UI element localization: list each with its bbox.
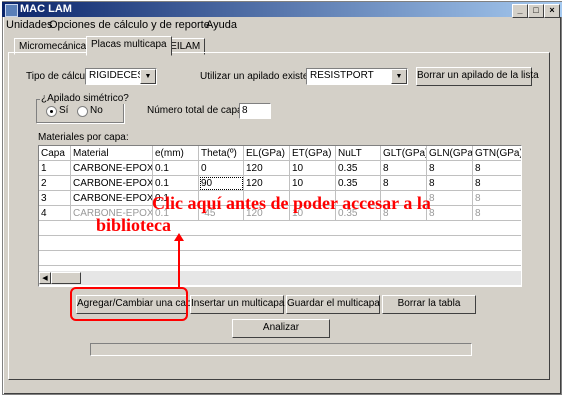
stack-select[interactable]: RESISTPORT ▼ (306, 68, 408, 85)
table-header[interactable]: Capa (39, 146, 71, 161)
symmetric-no-radio[interactable] (77, 106, 88, 117)
table-cell[interactable]: 1 (39, 161, 71, 176)
insert-multilayer-button[interactable]: Insertar un multicapa (190, 295, 284, 314)
maximize-button[interactable]: □ (528, 4, 544, 18)
clear-table-button[interactable]: Borrar la tabla (382, 295, 476, 314)
menu-bar: Unidades Opciones de cálculo y de report… (2, 18, 562, 33)
table-header[interactable]: NuLT (336, 146, 381, 161)
minimize-button[interactable]: _ (512, 4, 528, 18)
table-row-empty (39, 236, 521, 251)
table-cell[interactable]: 8 (427, 191, 473, 206)
progress-bar (90, 343, 472, 356)
table-cell[interactable]: CARBONE-EPOXY1 (71, 191, 153, 206)
table-cell[interactable]: 8 (473, 206, 521, 221)
scroll-left-icon[interactable]: ◀ (39, 272, 51, 284)
table-header[interactable]: GTN(GPa) (473, 146, 521, 161)
symmetric-title: ¿Apilado simétrico? (40, 93, 130, 104)
horizontal-scrollbar[interactable]: ◀ ▶ (39, 271, 521, 285)
table-cell-selected[interactable]: 90 (199, 176, 244, 191)
table-cell[interactable]: 10 (290, 161, 336, 176)
table-header[interactable]: EL(GPa) (244, 146, 290, 161)
table-cell[interactable]: 120 (244, 176, 290, 191)
table-cell[interactable]: CARBONE-EPOXY1 (71, 161, 153, 176)
table-cell[interactable]: 0 (199, 161, 244, 176)
annotation-text: Clic aquí antes de poder accesar a la bi… (96, 192, 431, 236)
table-cell[interactable]: 8 (381, 161, 427, 176)
table-row-empty (39, 251, 521, 266)
table-cell[interactable]: 0.1 (153, 161, 199, 176)
table-cell[interactable]: 8 (427, 206, 473, 221)
annotation-line-1: Clic aquí antes de poder accesar a la (152, 193, 431, 213)
close-button[interactable]: × (544, 4, 560, 18)
annotation-line-2: biblioteca (96, 215, 171, 235)
app-icon (5, 4, 18, 17)
table-cell[interactable]: 8 (473, 176, 521, 191)
table-header[interactable]: Material (71, 146, 153, 161)
symmetric-yes-radio[interactable] (46, 106, 57, 117)
table-cell[interactable]: 10 (290, 176, 336, 191)
table-cell[interactable]: 0.35 (336, 176, 381, 191)
table-header[interactable]: GLT(GPa) (381, 146, 427, 161)
table-cell[interactable]: 0.35 (336, 161, 381, 176)
tab-placas-multicapa[interactable]: Placas multicapa (86, 36, 172, 56)
table-cell[interactable]: 8 (473, 191, 521, 206)
delete-stack-button[interactable]: Borrar un apilado de la lista (416, 67, 539, 86)
analyze-button[interactable]: Analizar (232, 319, 330, 338)
total-layers-label: Número total de capas: (147, 105, 251, 116)
table-cell[interactable]: 8 (427, 161, 473, 176)
calc-type-select[interactable]: RIGIDECES ▼ (85, 68, 157, 85)
window-title: MAC LAM (20, 3, 72, 15)
table-cell[interactable]: 8 (427, 176, 473, 191)
table-cell[interactable]: 4 (39, 206, 71, 221)
save-multilayer-button[interactable]: Guardar el multicapa (286, 295, 380, 314)
menu-units[interactable]: Unidades (6, 18, 52, 33)
table-cell[interactable]: 0.1 (153, 176, 199, 191)
menu-help[interactable]: Ayuda (206, 18, 237, 33)
chevron-down-icon[interactable]: ▼ (140, 69, 156, 84)
title-bar: MAC LAM _ □ × (2, 2, 562, 18)
annotation-highlight-box (70, 287, 188, 321)
scroll-thumb[interactable] (51, 272, 81, 284)
materials-label: Materiales por capa: (38, 132, 129, 143)
table-cell[interactable]: CARBONE-EPOXY1 (71, 176, 153, 191)
table-cell[interactable]: 8 (473, 161, 521, 176)
table-cell[interactable]: 2 (39, 176, 71, 191)
chevron-down-icon[interactable]: ▼ (391, 69, 407, 84)
total-layers-input[interactable]: 8 (239, 103, 271, 119)
table-cell[interactable]: 120 (244, 161, 290, 176)
table-header[interactable]: ET(GPa) (290, 146, 336, 161)
table-header[interactable]: GLN(GPa) (427, 146, 473, 161)
symmetric-yes-label: Sí (59, 105, 69, 116)
symmetric-no-label: No (90, 105, 103, 116)
table-cell[interactable]: 3 (39, 191, 71, 206)
table-cell[interactable]: 8 (381, 176, 427, 191)
table-header[interactable]: e(mm) (153, 146, 199, 161)
annotation-arrow-line (178, 240, 180, 288)
menu-options[interactable]: Opciones de cálculo y de reporte (49, 18, 210, 33)
table-header[interactable]: Theta(º) (199, 146, 244, 161)
